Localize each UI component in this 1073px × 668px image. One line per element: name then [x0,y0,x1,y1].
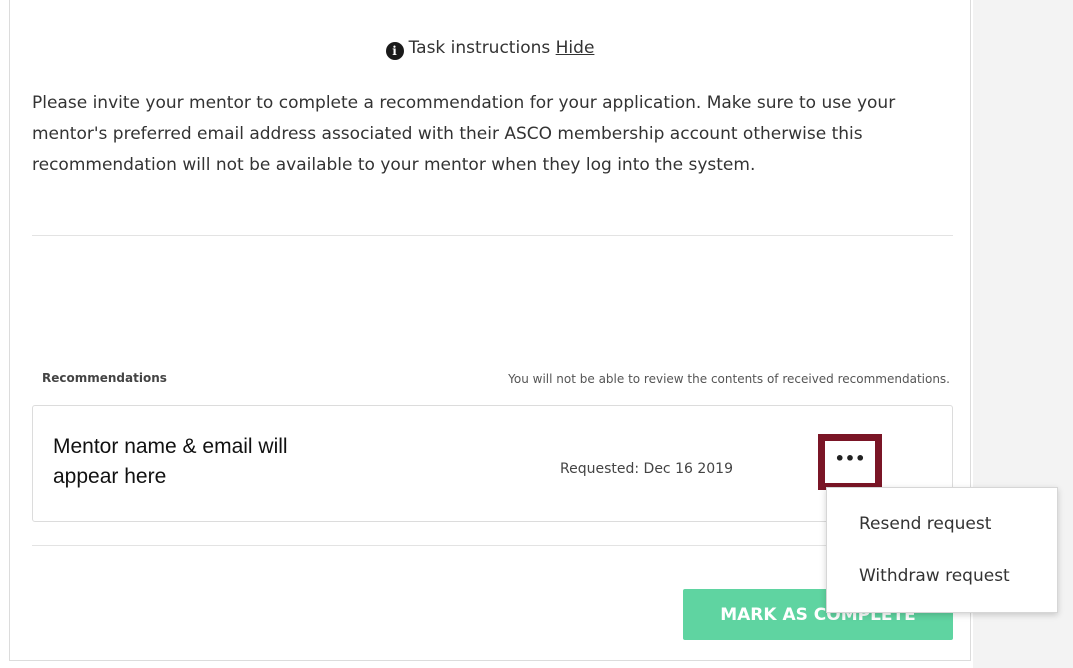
recommendation-row: Mentor name & email will appear here Req… [32,405,953,522]
mentor-placeholder: Mentor name & email will appear here [53,435,288,488]
recommendations-label: Recommendations [42,371,167,385]
requested-date: Requested: Dec 16 2019 [560,461,733,477]
divider [32,545,953,546]
hide-instructions-link[interactable]: Hide [556,38,595,58]
task-instructions-header: i Task instructions Hide [10,37,970,60]
more-dots-icon: ••• [834,449,866,468]
divider [32,235,953,236]
more-options-button[interactable]: ••• [818,434,882,490]
recommendations-note: You will not be able to review the conte… [508,372,950,386]
task-instructions-title: Task instructions [408,38,551,58]
resend-request-menu-item[interactable]: Resend request [859,514,991,534]
instructions-text: Please invite your mentor to complete a … [32,93,896,175]
info-icon: i [385,42,404,60]
options-dropdown-menu: Resend request Withdraw request [826,487,1058,613]
withdraw-request-menu-item[interactable]: Withdraw request [859,566,1010,586]
